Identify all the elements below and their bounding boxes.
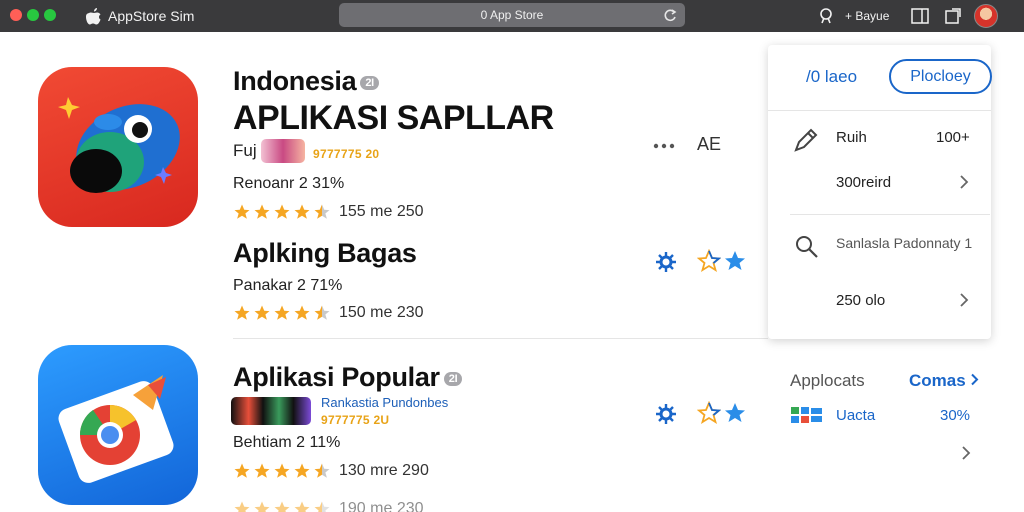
star-icon: [254, 305, 270, 320]
developer-thumbnail: [231, 397, 311, 425]
lower-item-label[interactable]: Uacta: [836, 407, 875, 424]
panel-row-label: 300reird: [836, 174, 892, 191]
star-icon: [314, 463, 330, 478]
developer-subtext: 9777775 20: [313, 147, 380, 161]
panel-divider: [790, 214, 990, 215]
panel-row-label: 250 olo: [836, 292, 886, 309]
panel-link[interactable]: /0 laeo: [806, 67, 857, 87]
settings-icon[interactable]: [654, 250, 678, 274]
app-headline: APLIKASI SAPLLAR: [233, 99, 554, 137]
share-window-icon[interactable]: [943, 6, 963, 26]
rating-count: 190 me 230: [339, 500, 424, 512]
rating-count: 150 me 230: [339, 304, 424, 321]
rocket-icon: [58, 97, 180, 193]
app-title-text: Indonesia: [233, 66, 357, 96]
developer-subtext: 9777775 2U: [321, 413, 390, 427]
star-rating: 130 mre 290: [233, 462, 429, 480]
star-icon: [254, 501, 270, 512]
star-icon: [314, 501, 330, 512]
section-label: Applocats: [790, 371, 865, 390]
star-icon: [274, 204, 290, 219]
maximize-window-button[interactable]: [44, 9, 56, 21]
star-icon: [274, 305, 290, 320]
app-name: AppStore Sim: [108, 8, 195, 24]
address-text: 0 App Store: [480, 8, 544, 22]
lower-item-value: 30%: [940, 407, 971, 424]
star-rating: 150 me 230: [233, 304, 424, 322]
star-icon: [234, 501, 250, 512]
window-controls: [10, 9, 56, 21]
star-icon: [294, 501, 310, 512]
star-rating: 155 me 250: [233, 203, 424, 221]
app-icon-popular[interactable]: [38, 345, 198, 505]
star-icon: [314, 305, 330, 320]
panel-row-value: 100+: [936, 129, 970, 146]
age-badge: 2I: [360, 75, 379, 90]
star-icon: [234, 463, 250, 478]
chevron-right-icon: [960, 293, 969, 307]
star-icon: [254, 204, 270, 219]
sidebar-toggle-icon[interactable]: [910, 6, 930, 26]
favorite-star-icon[interactable]: [723, 401, 747, 425]
app-title-text: Aplikasi Popular: [233, 362, 440, 392]
star-icon: [294, 204, 310, 219]
app-icon-indonesia[interactable]: [38, 67, 198, 227]
settings-icon[interactable]: [654, 402, 678, 426]
rating-text: Panakar 2 71%: [233, 277, 343, 294]
age-badge: 2I: [443, 371, 463, 386]
close-window-button[interactable]: [10, 9, 22, 21]
developer-prefix: Fuj: [233, 141, 257, 160]
rating-text: Renoanr 2 31%: [233, 175, 345, 192]
pencil-icon: [794, 128, 818, 152]
app-grid-icon: [791, 407, 822, 423]
star-icon: [294, 463, 310, 478]
search-icon: [796, 236, 818, 258]
title-bar: AppStore Sim 0 App Store + Bayue: [0, 0, 1024, 32]
rating-count: 130 mre 290: [339, 462, 429, 479]
popular-app-logo-icon: [58, 375, 174, 483]
favorite-star-icon[interactable]: [723, 249, 747, 273]
chevron-right-icon: [960, 175, 969, 189]
star-icon: [254, 463, 270, 478]
rating-text: Behtiam 2 11%: [233, 434, 341, 451]
star-icon: [274, 501, 290, 512]
app-title[interactable]: Aplking Bagas: [233, 238, 417, 269]
panel-row-label: Ruih: [836, 129, 867, 146]
favorite-outline-star-icon[interactable]: [697, 401, 721, 425]
user-avatar[interactable]: [974, 4, 998, 28]
reload-icon[interactable]: [663, 8, 677, 22]
star-icon: [274, 463, 290, 478]
panel-action-button[interactable]: Plocloey: [889, 59, 992, 94]
developer-thumbnail: [260, 139, 305, 163]
star-icon: [294, 305, 310, 320]
see-more-link[interactable]: Comas: [909, 371, 980, 391]
panel-divider: [768, 110, 991, 111]
minimize-window-button[interactable]: [27, 9, 39, 21]
section-divider: [233, 338, 768, 339]
developer-row[interactable]: [231, 397, 311, 425]
app-title[interactable]: Indonesia 2I: [233, 66, 379, 97]
chevron-right-icon: [971, 373, 979, 386]
app-title[interactable]: Aplikasi Popular 2I: [233, 362, 463, 393]
account-label[interactable]: + Bayue: [845, 9, 889, 23]
favorite-outline-star-icon[interactable]: [697, 249, 721, 273]
developer-row[interactable]: Fuj: [233, 139, 305, 163]
star-rating-partial: 190 me 230: [233, 500, 424, 512]
rating-count: 155 me 250: [339, 203, 424, 220]
star-icon: [314, 204, 330, 219]
see-more-link-text: Comas: [909, 371, 966, 390]
apple-logo-icon: [86, 8, 101, 25]
star-icon: [234, 204, 250, 219]
star-icon: [234, 305, 250, 320]
account-icon[interactable]: [816, 6, 836, 26]
chevron-right-icon[interactable]: [960, 445, 972, 461]
more-options-icon[interactable]: [652, 134, 676, 158]
more-text[interactable]: AE: [697, 134, 721, 155]
address-bar[interactable]: 0 App Store: [339, 3, 685, 27]
developer-name[interactable]: Rankastia Pundonbes: [321, 395, 448, 410]
panel-row-label: Sanlasla Padonnaty 1: [836, 235, 973, 251]
